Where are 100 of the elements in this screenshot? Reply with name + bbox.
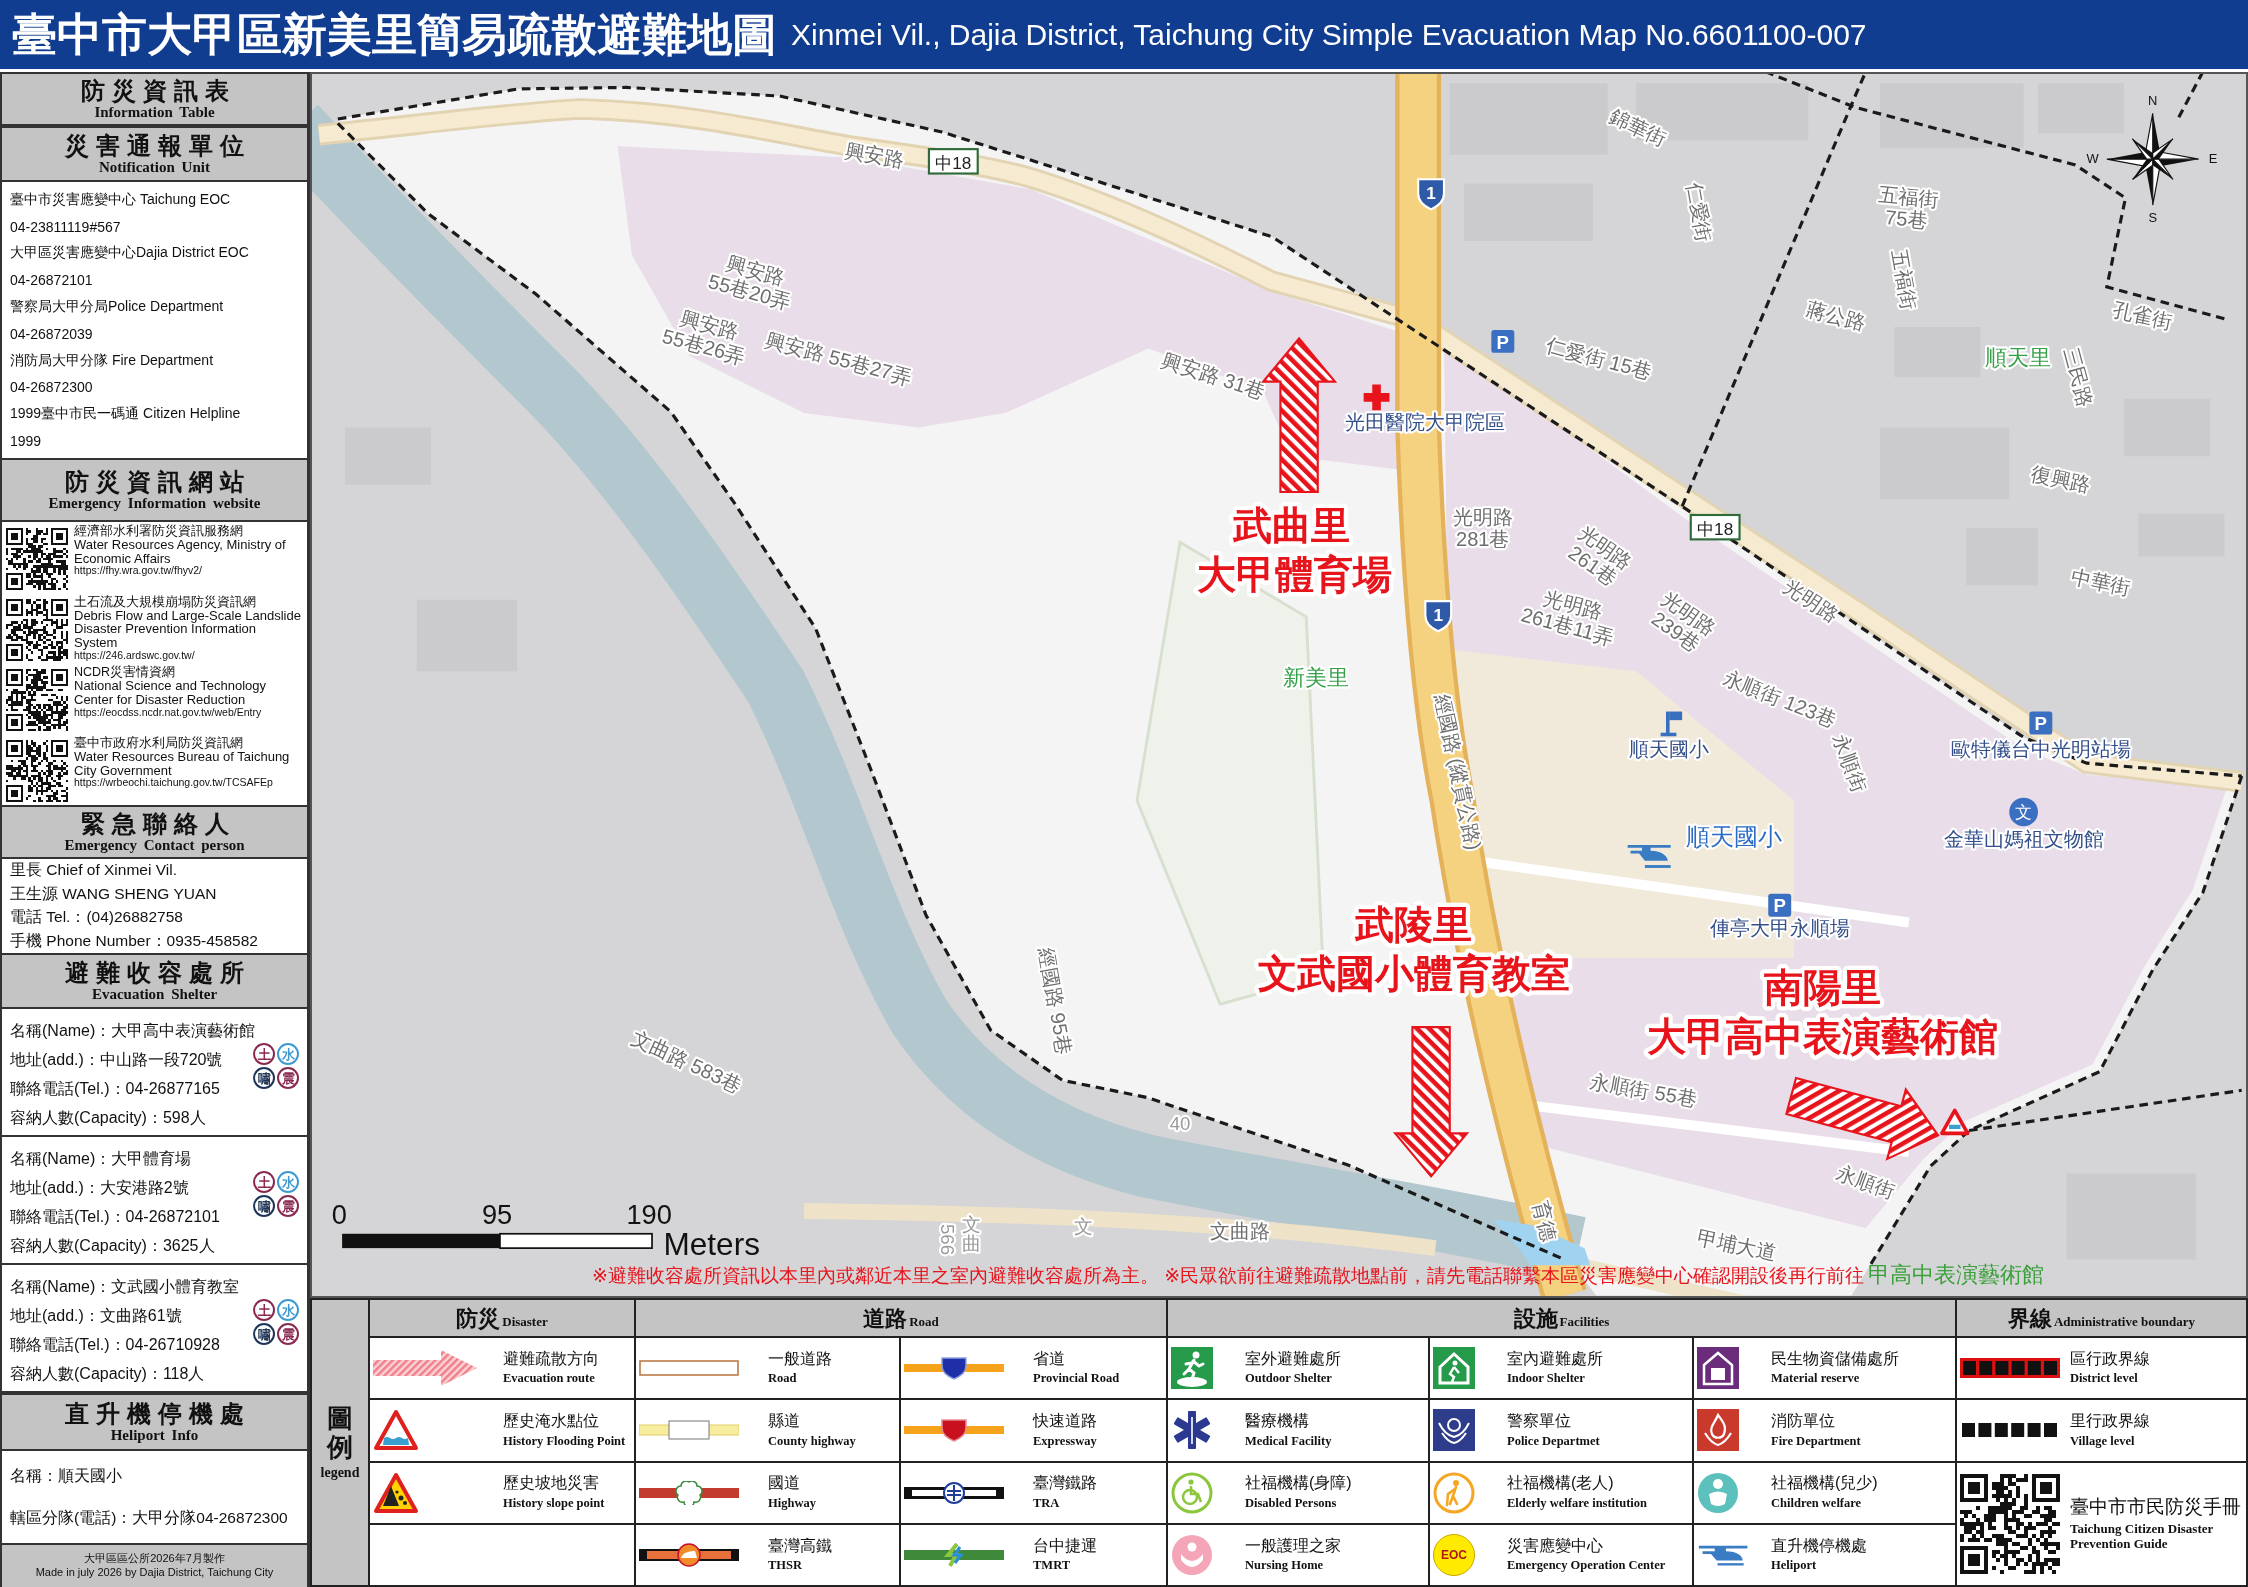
legend-sublabel: Emergency Operation Center: [1507, 1558, 1666, 1574]
street-label: 五福街 75巷: [1877, 183, 1940, 232]
website-description: National Science and Technology Center for Disaster Reduction: [74, 679, 267, 707]
hazard-badge: 土: [253, 1171, 275, 1193]
legend-sublabel: Provincial Road: [1033, 1371, 1120, 1387]
contact-info-text: 里長 Chief of Xinmei Vil.: [10, 860, 177, 881]
place-label: 順天國小: [1629, 737, 1710, 760]
legend-sublabel: Taichung Citizen Disaster Prevention Guide: [2070, 1520, 2214, 1552]
legend-group-title: 設施: [1513, 1305, 1558, 1333]
highway-icon: [639, 1480, 739, 1505]
shelter-village-label: 南陽里: [1764, 966, 1882, 1010]
street-label: 仁愛街: [1683, 180, 1716, 244]
section-title: 防災資訊表: [79, 76, 236, 105]
website-url: https://wrbeochi.taichung.gov.tw/TCSAFEp: [74, 777, 273, 789]
legend-label: 歷史淹水點位: [503, 1412, 599, 1431]
street-label: 永順街: [1829, 731, 1871, 796]
legend-sublabel: Expressway: [1033, 1433, 1097, 1449]
legend-group-title: 界線: [2007, 1305, 2052, 1333]
hazard-badge: 嘯: [253, 1195, 275, 1217]
place-label: 金華山媽祖文物館: [1943, 828, 2104, 851]
landslide-warning-icon: [373, 1471, 419, 1514]
footer-text: 大甲區區公所2026年7月製作: [84, 1552, 225, 1566]
elderly-person-icon: [1433, 1471, 1475, 1514]
section-subtitle: Evacuation Shelter: [91, 986, 218, 1004]
street-label: 40: [1169, 1112, 1191, 1134]
shelter-name-label: 大甲體育場: [1197, 553, 1393, 597]
railway-icon: [904, 1480, 1004, 1505]
website-description: Debris Flow and Large-Scale Landslide Disaster Prevention Information System: [74, 608, 302, 650]
street-label: 甲埔大道: [1695, 1226, 1779, 1265]
village-label: 順天里: [1984, 345, 2051, 370]
legend-label: 社福機構(兒少): [1771, 1474, 1878, 1493]
shelter-info-text: 名稱(Name)：文武國小體育教室: [10, 1277, 240, 1297]
street-label: 文曲路: [1210, 1219, 1271, 1242]
legend-label: 一般道路: [768, 1349, 832, 1369]
website-url: https://eocdss.ncdr.nat.gov.tw/web/Entry: [74, 706, 262, 718]
legend-sublabel: Nursing Home: [1245, 1558, 1324, 1574]
website-url: https://246.ardswc.gov.tw/: [74, 649, 195, 661]
place-label: 歐特儀台中光明站場: [1950, 737, 2131, 760]
legend-label: 里行政界線: [2070, 1412, 2150, 1431]
fire-emblem-icon: [1697, 1409, 1739, 1452]
hazard-badge: 震: [277, 1195, 299, 1217]
shelter-info-text: 聯絡電話(Tel.)：04-26710928: [10, 1335, 220, 1355]
street-label: 永順街: [1833, 1161, 1898, 1203]
hazard-badge: 水: [277, 1299, 299, 1321]
school-label: 順天國小: [1685, 822, 1782, 850]
contact-info-text: 04-26872039: [10, 325, 93, 342]
legend-sublabel: Medical Facility: [1245, 1433, 1332, 1449]
section-title: 避難收容處所: [64, 958, 251, 987]
shelter-info-text: 容納人數(Capacity)：118人: [10, 1364, 205, 1384]
hazard-badge: 水: [277, 1043, 299, 1065]
section-title: 直升機停機處: [64, 1399, 251, 1428]
section-subtitle: Heliport Info: [110, 1427, 199, 1445]
legend-label: 消防單位: [1771, 1412, 1835, 1431]
medical-cross-icon: [1363, 384, 1390, 411]
footer-text: Made in july 2026 by Dajia District, Taichung City: [35, 1566, 274, 1580]
website-name: 臺中市政府水利局防災資訊網: [74, 737, 243, 751]
storage-house-icon: [1697, 1347, 1739, 1390]
legend-label: 縣道: [768, 1412, 800, 1431]
street-label: 復興路: [2029, 462, 2093, 497]
hazard-badge: 土: [253, 1043, 275, 1065]
section-title: 防災資訊網站: [64, 467, 251, 496]
website-url: https://fhy.wra.gov.tw/fhyv2/: [74, 565, 202, 577]
baby-icon: [1697, 1471, 1739, 1514]
street-label: 興安路: [842, 138, 906, 171]
qr-code-icon: [6, 740, 68, 802]
contact-info-text: 04-26872101: [10, 272, 93, 289]
street-label: 永順街 55巷: [1588, 1070, 1699, 1111]
legend-label: 社福機構(老人): [1507, 1474, 1614, 1493]
star-of-life-icon: [1171, 1409, 1213, 1452]
street-label: 永順街 123巷: [1720, 666, 1840, 732]
street-label: 經國路 95巷: [1034, 946, 1076, 1057]
shelter-info-text: 地址(add.)：中山路一段720號: [10, 1050, 223, 1070]
legend-sublabel: Outdoor Shelter: [1245, 1371, 1332, 1387]
legend-title: 圖例: [327, 1403, 353, 1462]
contact-info-text: 警察局大甲分局Police Department: [10, 298, 224, 317]
legend-group-title: 防災: [456, 1305, 501, 1333]
compass-rose: N E S W: [2086, 92, 2218, 226]
flag-icon: [1660, 711, 1683, 737]
street-label: 三民路: [2059, 345, 2097, 410]
legend-sublabel: Children welfare: [1771, 1495, 1862, 1511]
helicopter-icon: [1627, 844, 1671, 868]
legend-label: 臺中市市民防災手冊: [2070, 1495, 2241, 1518]
contact-info-text: 1999臺中市民一碼通 Citizen Helpline: [10, 405, 241, 424]
qr-code-icon: [6, 598, 68, 661]
contact-info-text: 臺中市災害應變中心 Taichung EOC: [10, 190, 231, 209]
nursing-care-icon: [1171, 1533, 1213, 1576]
legend-sublabel: TRA: [1033, 1495, 1060, 1511]
shelter-info-text: 聯絡電話(Tel.)：04-26877165: [10, 1079, 220, 1099]
contact-info-text: 王生源 WANG SHENG YUAN: [10, 883, 217, 904]
warning-triangle-icon: [1940, 1108, 1970, 1136]
legend-label: 快速道路: [1033, 1412, 1097, 1431]
section-subtitle: Information Table: [94, 104, 215, 122]
contact-info-text: 電話 Tel.：(04)26882758: [10, 907, 183, 928]
legend-subtitle: legend: [320, 1465, 360, 1482]
shelter-info-text: 地址(add.)：文曲路61號: [10, 1306, 182, 1326]
contact-info-text: 手機 Phone Number：0935-458582: [10, 930, 258, 951]
contact-info-text: 消防局大甲分隊 Fire Department: [10, 351, 214, 370]
police-emblem-icon: [1433, 1409, 1475, 1452]
website-description: Water Resources Bureau of Taichung City Government: [74, 750, 291, 778]
indoor-shelter-icon: [1433, 1347, 1475, 1390]
